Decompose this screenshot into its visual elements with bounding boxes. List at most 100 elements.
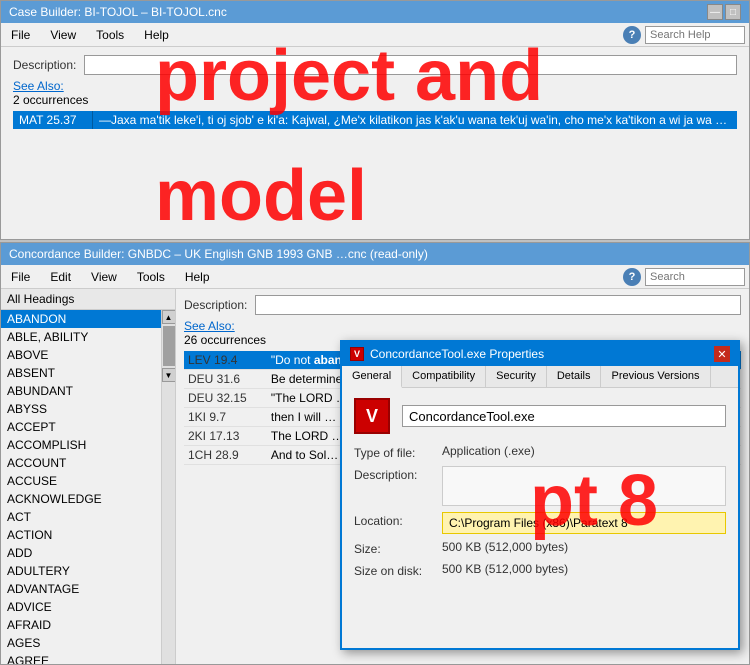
sidebar-item[interactable]: ABSENT [1, 364, 161, 382]
desc-label: Description: [13, 58, 76, 72]
dialog-desc-label: Description: [354, 466, 434, 482]
ref-col: 1KI 9.7 [184, 408, 267, 427]
content-desc-label: Description: [184, 298, 247, 312]
top-window: Case Builder: BI-TOJOL – BI-TOJOL.cnc — … [0, 0, 750, 240]
sidebar-item[interactable]: ACT [1, 508, 161, 526]
dialog-tab-security[interactable]: Security [486, 366, 547, 387]
content-see-also[interactable]: See Also: [184, 319, 741, 333]
sidebar-list: ABANDONABLE, ABILITYABOVEABSENTABUNDANTA… [1, 310, 161, 664]
location-value: C:\Program Files (x86)\Paratext 8 [442, 512, 726, 534]
type-label: Type of file: [354, 444, 434, 460]
main-search-input[interactable] [645, 268, 745, 286]
ref-col: 2KI 17.13 [184, 427, 267, 446]
type-row: Type of file: Application (.exe) [354, 444, 726, 460]
sidebar-item[interactable]: ACCOUNT [1, 454, 161, 472]
top-content: Description: See Also: 2 occurrences MAT… [1, 47, 749, 137]
ref-cell: MAT 25.37 [13, 111, 93, 129]
scroll-thumb[interactable] [163, 326, 175, 366]
search-input[interactable] [645, 26, 745, 44]
menu-view[interactable]: View [44, 26, 82, 44]
menu-tools[interactable]: Tools [90, 26, 130, 44]
dialog-title-text: ConcordanceTool.exe Properties [370, 347, 544, 361]
main-titlebar: Concordance Builder: GNBDC – UK English … [1, 243, 749, 265]
dialog-titlebar: V ConcordanceTool.exe Properties ✕ [342, 342, 738, 366]
sidebar-item[interactable]: ACKNOWLEDGE [1, 490, 161, 508]
sidebar-item[interactable]: ACTION [1, 526, 161, 544]
ref-col: DEU 31.6 [184, 370, 267, 389]
maximize-btn[interactable]: □ [725, 4, 741, 20]
location-label: Location: [354, 512, 434, 528]
help-icon[interactable]: ? [623, 26, 641, 44]
location-row: Location: C:\Program Files (x86)\Paratex… [354, 512, 726, 534]
content-desc-row: Description: [184, 295, 741, 315]
dialog-title-area: V ConcordanceTool.exe Properties [350, 347, 544, 361]
menu-help[interactable]: Help [138, 26, 175, 44]
content-desc-input[interactable] [255, 295, 741, 315]
dialog-tab-previous-versions[interactable]: Previous Versions [601, 366, 710, 387]
size-disk-row: Size on disk: 500 KB (512,000 bytes) [354, 562, 726, 578]
reference-row: MAT 25.37 —Jaxa ma'tik leke'i, ti oj sjo… [13, 111, 737, 129]
desc-input[interactable] [84, 55, 737, 75]
dialog-desc-area [442, 466, 726, 506]
top-menubar: File View Tools Help ? [1, 23, 749, 47]
dialog-body: V Type of file: Application (.exe) Descr… [342, 388, 738, 594]
dialog-close-button[interactable]: ✕ [714, 346, 730, 362]
sidebar-item[interactable]: ABYSS [1, 400, 161, 418]
sidebar-item[interactable]: ABLE, ABILITY [1, 328, 161, 346]
dialog-icon-row: V [354, 398, 726, 434]
dialog-tab-compatibility[interactable]: Compatibility [402, 366, 486, 387]
main-menu-tools[interactable]: Tools [131, 268, 171, 286]
sidebar-item[interactable]: ADVANTAGE [1, 580, 161, 598]
sidebar-item[interactable]: ACCEPT [1, 418, 161, 436]
main-help-icon[interactable]: ? [623, 268, 641, 286]
sidebar-item[interactable]: AGES [1, 634, 161, 652]
search-area: ? [623, 26, 745, 44]
top-titlebar: Case Builder: BI-TOJOL – BI-TOJOL.cnc — … [1, 1, 749, 23]
desc-row: Description: [13, 55, 737, 75]
main-search-area: ? [623, 268, 745, 286]
app-icon: V [354, 398, 390, 434]
filename-input[interactable] [402, 405, 726, 427]
sidebar-item[interactable]: ACCOMPLISH [1, 436, 161, 454]
sidebar-item[interactable]: ABOVE [1, 346, 161, 364]
main-menu-help[interactable]: Help [179, 268, 216, 286]
main-menu-file[interactable]: File [5, 268, 36, 286]
sidebar-item[interactable]: ADVICE [1, 598, 161, 616]
sidebar-item[interactable]: AGREE [1, 652, 161, 664]
size-disk-value: 500 KB (512,000 bytes) [442, 562, 726, 576]
sidebar-item[interactable]: ABANDON [1, 310, 161, 328]
main-menubar: File Edit View Tools Help ? [1, 265, 749, 289]
ref-col: LEV 19.4 [184, 351, 267, 370]
sidebar-item[interactable]: ACCUSE [1, 472, 161, 490]
type-value: Application (.exe) [442, 444, 726, 458]
sidebar: All Headings ABANDONABLE, ABILITYABOVEAB… [1, 289, 176, 664]
sidebar-item[interactable]: AFRAID [1, 616, 161, 634]
scroll-up-btn[interactable]: ▲ [162, 310, 176, 324]
ref-col: 1CH 28.9 [184, 446, 267, 465]
see-also-link[interactable]: See Also: [13, 79, 737, 93]
ref-text: —Jaxa ma'tik leke'i, ti oj sjob' e ki'a:… [93, 111, 737, 129]
dialog-tab-general[interactable]: General [342, 366, 402, 388]
dialog-title-icon: V [350, 347, 364, 361]
titlebar-controls: — □ [707, 4, 741, 20]
occurrences: 2 occurrences [13, 93, 737, 107]
sidebar-title: All Headings [1, 289, 175, 310]
desc-row-dialog: Description: [354, 466, 726, 506]
scroll-down-btn[interactable]: ▼ [162, 368, 176, 382]
sidebar-item[interactable]: ADD [1, 544, 161, 562]
size-disk-label: Size on disk: [354, 562, 434, 578]
size-value: 500 KB (512,000 bytes) [442, 540, 726, 554]
minimize-btn[interactable]: — [707, 4, 723, 20]
size-row: Size: 500 KB (512,000 bytes) [354, 540, 726, 556]
dialog-tabs: GeneralCompatibilitySecurityDetailsPrevi… [342, 366, 738, 388]
main-menu-edit[interactable]: Edit [44, 268, 77, 286]
main-window-title: Concordance Builder: GNBDC – UK English … [9, 247, 428, 261]
menu-file[interactable]: File [5, 26, 36, 44]
top-window-title: Case Builder: BI-TOJOL – BI-TOJOL.cnc [9, 5, 227, 19]
dialog-tab-details[interactable]: Details [547, 366, 602, 387]
sidebar-item[interactable]: ABUNDANT [1, 382, 161, 400]
sidebar-scrollbar[interactable]: ▲ ▼ [161, 310, 175, 664]
main-menu-view[interactable]: View [85, 268, 123, 286]
size-label: Size: [354, 540, 434, 556]
sidebar-item[interactable]: ADULTERY [1, 562, 161, 580]
